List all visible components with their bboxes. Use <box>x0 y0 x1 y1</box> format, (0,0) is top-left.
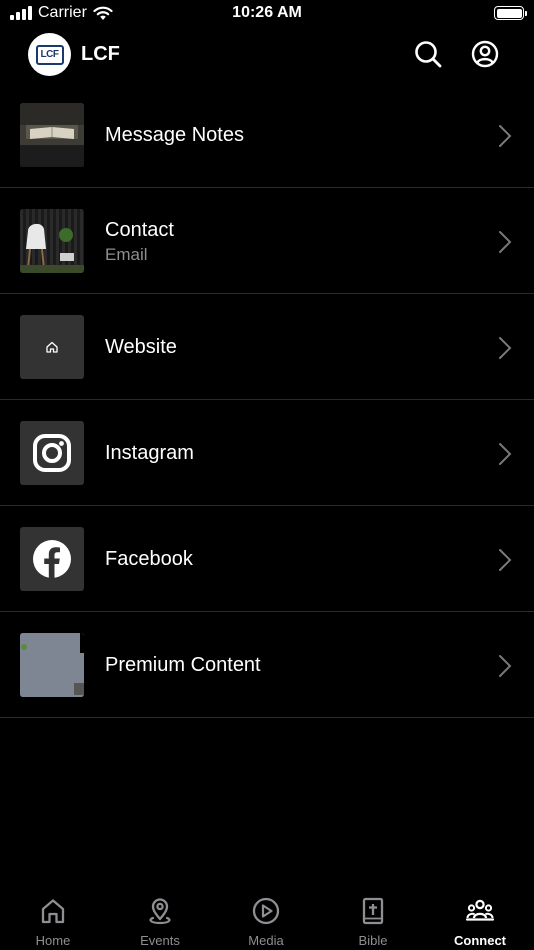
list-item-contact[interactable]: Contact Email <box>0 188 534 294</box>
list-item-subtitle: Email <box>105 245 148 264</box>
instagram-thumbnail <box>20 421 84 485</box>
list-item-title: Premium Content <box>105 654 261 676</box>
list-item-facebook[interactable]: Facebook <box>0 506 534 612</box>
list-item-message-notes[interactable]: Message Notes <box>0 82 534 188</box>
tab-connect[interactable]: Connect <box>427 880 533 950</box>
list-item-website[interactable]: Website <box>0 294 534 400</box>
chevron-right-icon <box>499 125 512 147</box>
app-logo[interactable]: LCF <box>28 33 71 76</box>
chevron-right-icon <box>499 337 512 359</box>
instagram-icon <box>33 434 71 472</box>
facebook-icon <box>33 540 71 578</box>
list-item-premium-content[interactable]: Premium Content <box>0 612 534 718</box>
list-item-title: Website <box>105 336 177 358</box>
home-icon <box>41 899 65 924</box>
premium-content-thumbnail <box>20 633 84 697</box>
profile-icon[interactable] <box>470 39 500 69</box>
logo-mark: LCF <box>35 44 64 65</box>
tab-label: Home <box>35 933 71 948</box>
home-icon <box>46 341 58 353</box>
contact-thumbnail <box>20 209 84 273</box>
play-circle-icon <box>252 897 280 925</box>
website-thumbnail <box>20 315 84 379</box>
app-header: LCF LCF <box>0 30 534 80</box>
facebook-thumbnail <box>20 527 84 591</box>
location-pin-icon <box>149 898 171 925</box>
status-time: 10:26 AM <box>232 4 302 21</box>
tab-label: Bible <box>358 933 388 948</box>
tab-bible[interactable]: Bible <box>320 880 426 950</box>
tab-label: Media <box>248 933 284 948</box>
chair-photo-image <box>20 209 84 273</box>
connect-list: Message Notes Contact Email Website Inst… <box>0 82 534 718</box>
list-item-title: Contact <box>105 219 174 241</box>
tab-events[interactable]: Events <box>107 880 213 950</box>
app-title: LCF <box>81 43 120 65</box>
tab-label: Connect <box>454 933 506 948</box>
message-notes-thumbnail <box>20 103 84 167</box>
list-item-title: Facebook <box>105 548 193 570</box>
chevron-right-icon <box>499 443 512 465</box>
tab-media[interactable]: Media <box>213 880 319 950</box>
bible-icon <box>362 897 384 925</box>
search-icon[interactable] <box>413 39 443 69</box>
battery-icon <box>494 6 527 20</box>
status-bar: Carrier 10:26 AM <box>0 0 534 28</box>
list-item-title: Instagram <box>105 442 194 464</box>
list-item-title: Message Notes <box>105 124 244 146</box>
premium-image <box>20 633 84 697</box>
tab-home[interactable]: Home <box>0 880 106 950</box>
chevron-right-icon <box>499 549 512 571</box>
chevron-right-icon <box>499 231 512 253</box>
tab-bar: Home Events Media Bible Connect <box>0 880 534 950</box>
bible-photo-image <box>20 103 84 167</box>
list-item-instagram[interactable]: Instagram <box>0 400 534 506</box>
people-icon <box>465 899 495 921</box>
chevron-right-icon <box>499 655 512 677</box>
tab-label: Events <box>140 933 180 948</box>
